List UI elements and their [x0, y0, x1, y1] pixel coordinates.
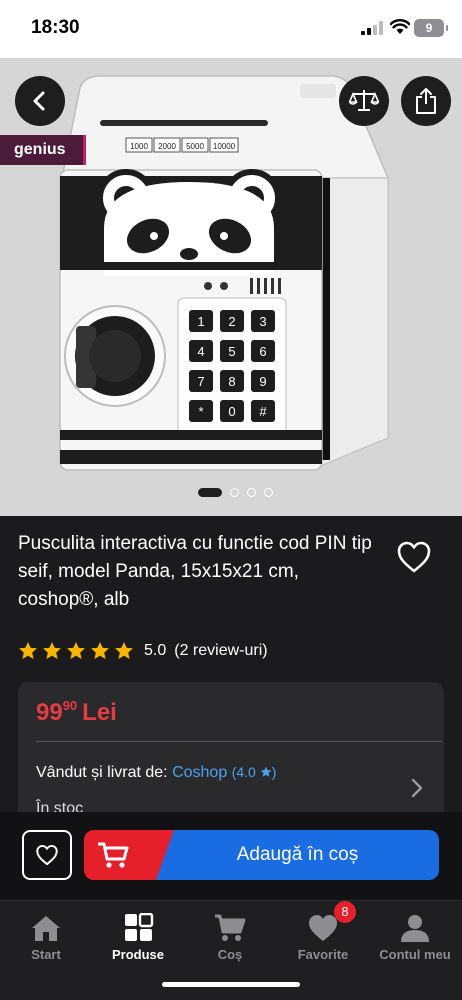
- chevron-left-icon: [33, 91, 45, 111]
- seller-label: Vândut și livrat de:: [36, 764, 168, 781]
- price: 9990 Lei: [36, 698, 117, 727]
- tab-start[interactable]: Start: [0, 913, 92, 962]
- home-indicator: [162, 982, 300, 987]
- tab-label: Coș: [217, 947, 243, 962]
- cellular-signal-icon: [361, 21, 383, 35]
- genius-badge: genius: [0, 135, 86, 165]
- star-icon: [43, 642, 61, 659]
- keypad-key-label: 1: [197, 314, 204, 329]
- battery-indicator: 9: [414, 19, 448, 37]
- seller-rating: (4.0 ): [231, 764, 277, 780]
- tab-label: Start: [31, 947, 61, 962]
- keypad-key-label: 9: [259, 374, 266, 389]
- tab-favorite[interactable]: Favorite: [277, 913, 369, 962]
- favorites-count-badge: 8: [334, 901, 356, 923]
- star-icon: [91, 642, 109, 659]
- tab-produse[interactable]: Produse: [92, 913, 184, 962]
- add-to-cart-button[interactable]: Adaugă în coș: [84, 830, 439, 880]
- price-currency: Lei: [82, 699, 117, 726]
- product-image: 1000 2000 5000 10000 1 2 34 5 67 8 9* 0 …: [59, 75, 390, 471]
- add-to-cart-label: Adaugă în coș: [236, 844, 359, 865]
- carousel-dot[interactable]: [230, 488, 239, 497]
- cart-icon: [98, 842, 129, 868]
- action-bar: Adaugă în coș: [0, 812, 462, 900]
- star-icon: [260, 766, 272, 777]
- keypad-key-label: 4: [197, 344, 204, 359]
- keypad-key-label: 6: [259, 344, 266, 359]
- keypad-key-label: #: [259, 404, 267, 419]
- tab-label: Produse: [111, 947, 164, 962]
- chevron-right-icon[interactable]: [410, 778, 424, 798]
- grid-icon: [125, 913, 154, 941]
- safe-knob: [64, 305, 166, 407]
- seller-name-link[interactable]: Coshop: [172, 764, 227, 781]
- tab-cos[interactable]: Coș: [184, 913, 276, 962]
- product-rating[interactable]: 5.0 (2 review-uri): [18, 641, 268, 661]
- keypad-key-label: 7: [197, 374, 204, 389]
- scale-icon: [349, 90, 379, 111]
- price-integer: 99: [36, 699, 63, 726]
- keypad-key-label: *: [198, 404, 203, 419]
- back-button[interactable]: [15, 76, 65, 126]
- banknote-label: 10000: [213, 142, 236, 151]
- carousel-dot[interactable]: [198, 488, 222, 497]
- heart-icon: [36, 844, 58, 866]
- divider: [36, 741, 442, 742]
- star-icon: [67, 642, 85, 659]
- panda-face: [97, 169, 281, 276]
- rating-score: 5.0: [144, 642, 167, 659]
- home-icon: [32, 916, 60, 941]
- user-icon: [401, 915, 429, 942]
- keypad-key-label: 5: [228, 344, 235, 359]
- keypad-key-label: 0: [228, 404, 235, 419]
- tab-label: Favorite: [297, 947, 349, 962]
- compare-button[interactable]: [339, 76, 389, 126]
- carousel-indicator[interactable]: [198, 488, 273, 497]
- review-count[interactable]: (2 review-uri): [174, 642, 267, 660]
- banknote-labels: 1000 2000 5000 10000: [125, 137, 239, 153]
- tab-contul-meu[interactable]: Contul meu: [369, 913, 461, 962]
- banknote-label: 2000: [158, 142, 176, 151]
- cart-icon: [215, 914, 246, 941]
- keypad-key-label: 2: [228, 314, 235, 329]
- tab-label: Contul meu: [379, 947, 451, 962]
- keypad-key-label: 8: [228, 374, 235, 389]
- star-icon: [19, 642, 37, 659]
- wifi-icon: [390, 19, 410, 34]
- offer-card: 9990 Lei Vândut și livrat de: Coshop (4.0…: [18, 682, 444, 832]
- carousel-dot[interactable]: [264, 488, 273, 497]
- price-decimals: 90: [62, 698, 78, 713]
- status-time: 18:30: [31, 17, 80, 38]
- star-icon: [115, 642, 133, 659]
- banknote-label: 5000: [186, 142, 204, 151]
- heart-icon[interactable]: [396, 540, 432, 574]
- product-title: Pusculita interactiva cu functie cod PIN…: [18, 533, 372, 610]
- carousel-dot[interactable]: [247, 488, 256, 497]
- share-button[interactable]: [401, 76, 451, 126]
- product-image-gallery[interactable]: 1000 2000 5000 10000 1 2 3 4 5 6 7 8 9 *…: [0, 58, 462, 516]
- add-to-favorites-button[interactable]: [22, 830, 72, 880]
- banknote-label: 1000: [130, 142, 148, 151]
- status-bar: 18:30 9: [0, 0, 462, 58]
- share-icon: [416, 88, 436, 114]
- keypad-key-label: 3: [259, 314, 266, 329]
- seller-info[interactable]: Vândut și livrat de: Coshop (4.0 ): [36, 764, 276, 782]
